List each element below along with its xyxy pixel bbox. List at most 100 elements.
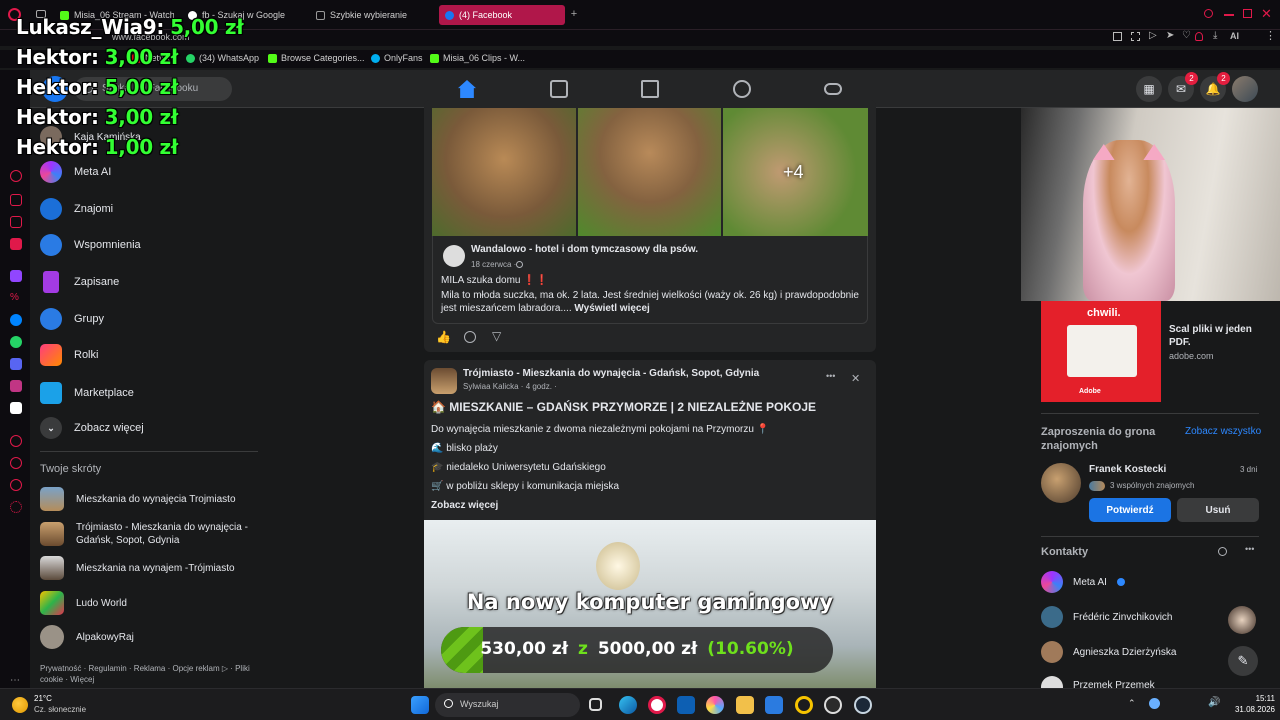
opera-taskbar-icon[interactable]: [648, 696, 666, 714]
sidebar-item-groups[interactable]: Grupy: [40, 304, 104, 334]
search-contacts-icon[interactable]: [1218, 547, 1227, 556]
new-tab-button[interactable]: +: [568, 8, 580, 20]
messenger-button[interactable]: ✉ 2: [1168, 72, 1198, 102]
tray-speaker-icon[interactable]: 🔊: [1208, 697, 1220, 708]
nav-gaming-icon[interactable]: [824, 83, 842, 95]
profile-icon[interactable]: [1195, 32, 1203, 41]
bookmark-browse-categories[interactable]: Browse Categories...: [268, 53, 365, 63]
friend-name[interactable]: Franek Kostecki: [1089, 464, 1166, 475]
whatsapp-side-icon[interactable]: [10, 336, 22, 348]
instagram-icon[interactable]: [10, 380, 22, 392]
clock-time[interactable]: 15:11: [1237, 694, 1275, 703]
sidebar-item-memories[interactable]: Wspomnienia: [40, 230, 141, 260]
sidebar-item-saved[interactable]: Zapisane: [40, 267, 119, 297]
see-more-link[interactable]: Wyświetl więcej: [574, 303, 649, 314]
menu-grid-button[interactable]: ▦: [1136, 76, 1162, 102]
menu-icon[interactable]: ⋮: [1265, 29, 1276, 42]
shortcut-item[interactable]: Mieszkania na wynajem -Trójmiasto: [40, 553, 235, 583]
opera-bag-icon[interactable]: [10, 194, 22, 206]
contact-item[interactable]: Przemek Przemek: [1041, 672, 1155, 688]
see-all-link[interactable]: Zobacz wszystko: [1185, 426, 1261, 437]
share-icon[interactable]: ▽: [492, 329, 501, 343]
start-button[interactable]: [411, 696, 429, 714]
tab-facebook[interactable]: (4) Facebook: [439, 5, 565, 25]
heart-icon[interactable]: ♡: [1182, 30, 1191, 41]
weather-temp[interactable]: 21°C: [34, 694, 52, 703]
avatar[interactable]: [1041, 463, 1081, 503]
shared-link-box[interactable]: Wandalowo - hotel i dom tymczasowy dla p…: [432, 236, 868, 324]
search-tabs-icon[interactable]: [1204, 9, 1213, 18]
sidebar-item-meta-ai[interactable]: Meta AI: [40, 157, 111, 187]
remove-button[interactable]: Usuń: [1177, 498, 1259, 522]
shortcut-item[interactable]: Trójmiasto - Mieszkania do wynajęcia - G…: [40, 519, 256, 549]
tray-network-icon[interactable]: [1149, 698, 1160, 709]
taskbar-search[interactable]: Wyszukaj: [435, 693, 580, 717]
crop-icon[interactable]: [1131, 32, 1140, 41]
player-icon[interactable]: [10, 435, 22, 447]
opera-home-icon[interactable]: [10, 170, 22, 182]
sidebar-item-marketplace[interactable]: Marketplace: [40, 378, 134, 408]
sidebar-footer-links[interactable]: Prywatność · Regulamin · Reklama · Opcje…: [40, 663, 255, 685]
group-avatar[interactable]: [431, 368, 457, 394]
bookmark-onlyfans[interactable]: OnlyFans: [371, 53, 423, 63]
play-icon[interactable]: ▷: [1149, 30, 1157, 41]
close-window-button[interactable]: ✕: [1261, 6, 1272, 22]
tray-chevron-icon[interactable]: ⌃: [1128, 698, 1136, 709]
shortcut-item[interactable]: Ludo World: [40, 588, 127, 618]
post-author[interactable]: Sylwiaa Kalicka: [463, 382, 519, 391]
sidebar-item-reels[interactable]: Rolki: [40, 340, 98, 370]
close-post-button[interactable]: ✕: [851, 372, 860, 385]
notifications-button[interactable]: 🔔 2: [1200, 72, 1230, 102]
obs-icon[interactable]: [824, 696, 842, 714]
dog-photo-more[interactable]: +4: [723, 108, 868, 236]
more-options-button[interactable]: •••: [826, 371, 835, 381]
avatar[interactable]: [1228, 606, 1256, 634]
norton-icon[interactable]: [795, 696, 813, 714]
shortcut-item[interactable]: Mieszkania do wynajęcia Trojmiasto: [40, 484, 236, 514]
shortcut-item[interactable]: AlpakowyRaj: [40, 622, 134, 652]
tab-speed-dial[interactable]: Szybkie wybieranie: [310, 5, 434, 25]
ad-text[interactable]: Scal pliki w jeden PDF.: [1169, 323, 1264, 349]
extensions-icon[interactable]: [10, 479, 22, 491]
messenger-icon[interactable]: [10, 314, 22, 326]
sidebar-item-see-more[interactable]: ⌄ Zobacz więcej: [40, 413, 144, 443]
discord-icon[interactable]: [10, 358, 22, 370]
tiktok-icon[interactable]: [10, 402, 22, 414]
download-icon[interactable]: ⤓: [1213, 30, 1217, 41]
send-icon[interactable]: ➤: [1166, 30, 1174, 41]
group-name[interactable]: Trójmiasto - Mieszkania do wynajęcia - G…: [463, 368, 759, 379]
history-icon[interactable]: [10, 457, 22, 469]
copilot-icon[interactable]: [706, 696, 724, 714]
ai-button[interactable]: AI: [1230, 31, 1239, 41]
contact-item[interactable]: Meta AI: [1041, 567, 1125, 597]
sidebar-item-friends[interactable]: Znajomi: [40, 194, 113, 224]
nav-video-icon[interactable]: [550, 80, 568, 98]
mail-icon[interactable]: [765, 696, 783, 714]
bookmark-whatsapp[interactable]: (34) WhatsApp: [186, 53, 259, 63]
opera-more-icon[interactable]: ⋯: [10, 675, 22, 687]
account-avatar[interactable]: [1232, 76, 1258, 102]
twitch-icon[interactable]: [10, 270, 22, 282]
minimize-button[interactable]: [1224, 14, 1234, 16]
confirm-button[interactable]: Potwierdź: [1089, 498, 1171, 522]
comment-icon[interactable]: [464, 331, 476, 343]
edge-icon[interactable]: [619, 696, 637, 714]
store-icon[interactable]: [677, 696, 695, 714]
contact-item[interactable]: Agnieszka Dzierżyńska: [1041, 637, 1176, 667]
opera-cards-icon[interactable]: [10, 216, 22, 228]
new-message-button[interactable]: ✎: [1228, 646, 1258, 676]
task-view-icon[interactable]: [589, 698, 602, 711]
nav-groups-icon[interactable]: [733, 80, 751, 98]
dog-photo[interactable]: [432, 108, 576, 236]
steam-icon[interactable]: [854, 696, 872, 714]
bookmark-misia-clips[interactable]: Misia_06 Clips - W...: [430, 53, 525, 63]
contact-item[interactable]: Frédéric Zinvchikovich: [1041, 602, 1172, 632]
clock-date[interactable]: 31.08.2026: [1227, 705, 1275, 714]
photo-grid[interactable]: +4: [432, 108, 868, 236]
contacts-more-icon[interactable]: •••: [1245, 544, 1254, 554]
ad-image[interactable]: chwili. Adobe: [1041, 301, 1161, 402]
see-more-link[interactable]: Zobacz więcej: [431, 500, 498, 511]
snapshot-icon[interactable]: [1113, 32, 1122, 41]
weather-icon[interactable]: [12, 697, 28, 713]
maximize-button[interactable]: [1243, 9, 1252, 18]
